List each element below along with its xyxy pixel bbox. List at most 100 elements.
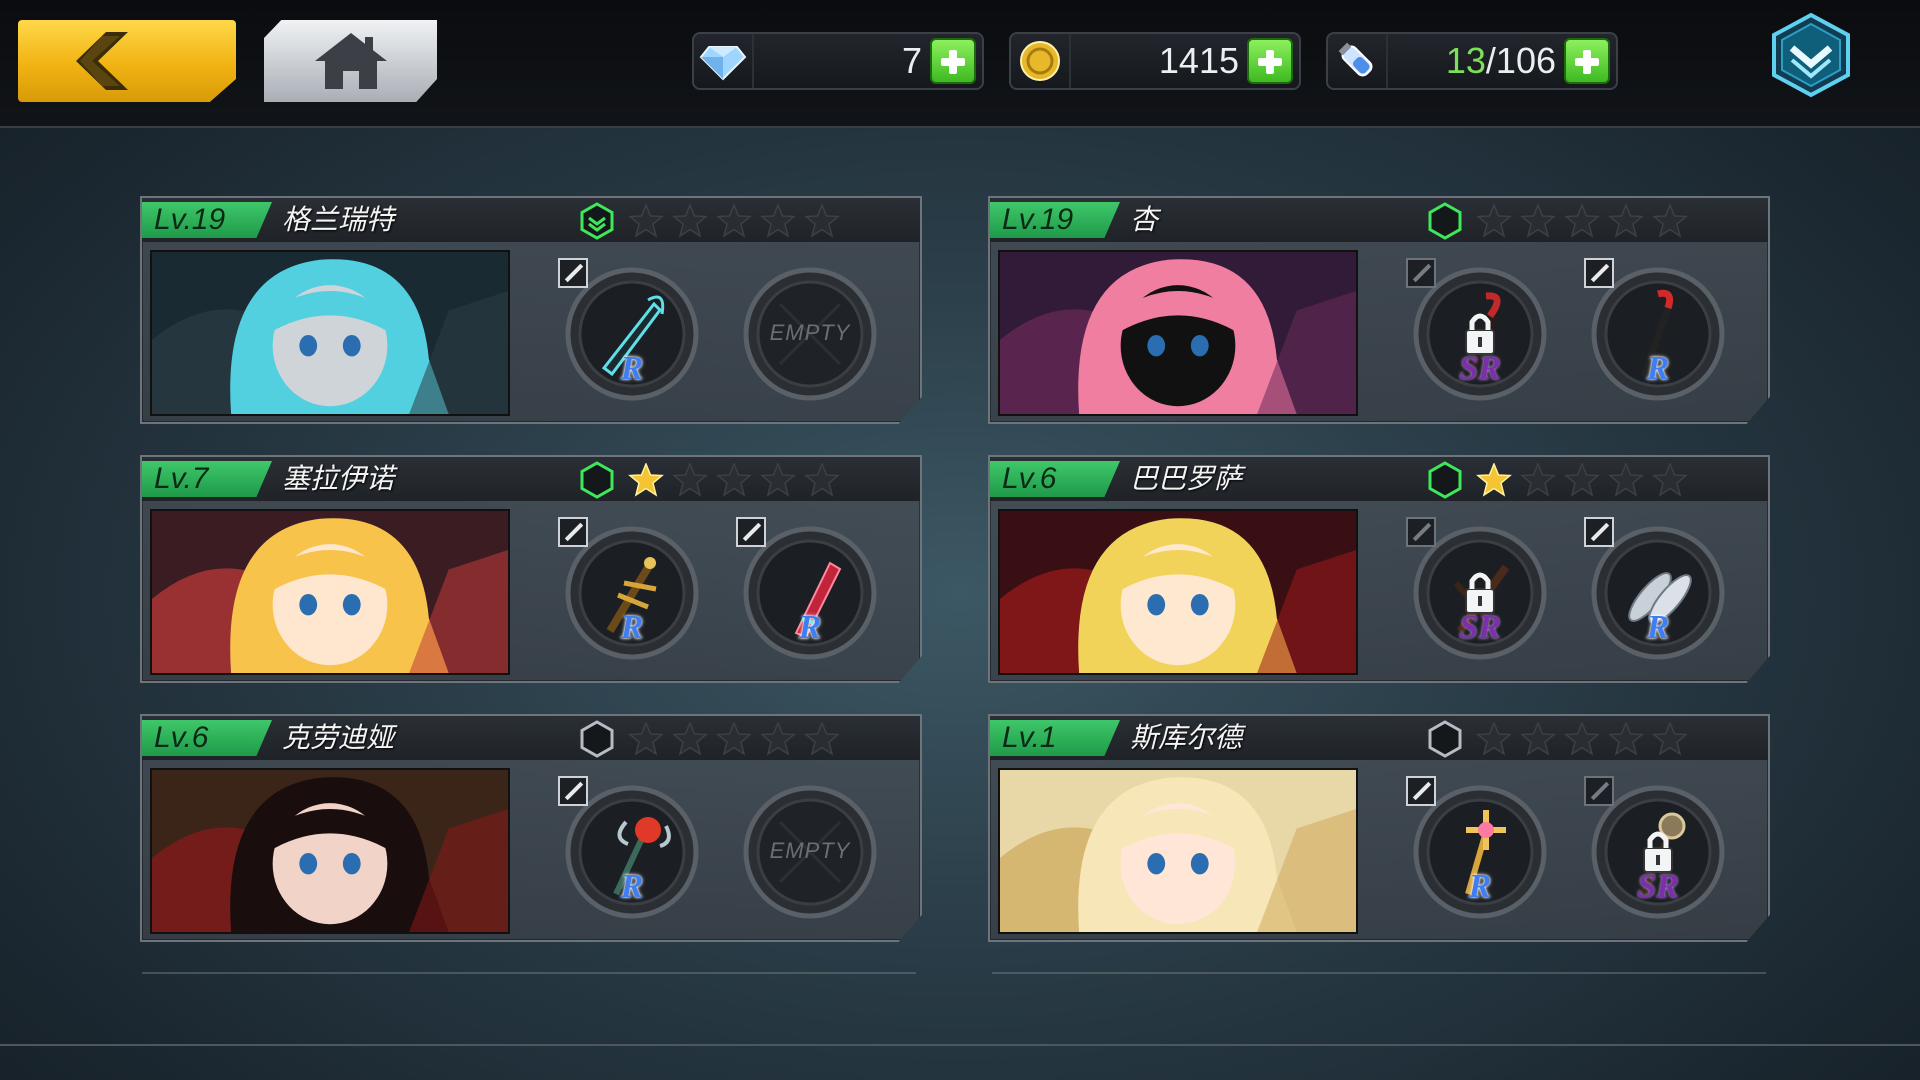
edit-equipment-icon[interactable] xyxy=(1584,517,1614,547)
add-gold-button[interactable] xyxy=(1247,38,1293,84)
green-chevron-hex-icon xyxy=(580,202,614,240)
character-portrait[interactable] xyxy=(998,509,1358,675)
character-card[interactable]: Lv.6 巴巴罗萨 SR R xyxy=(988,455,1770,683)
star-rating xyxy=(1476,463,1688,497)
edit-equipment-icon[interactable] xyxy=(558,517,588,547)
back-button[interactable] xyxy=(18,20,236,102)
edit-equipment-icon[interactable] xyxy=(1584,776,1614,806)
character-portrait[interactable] xyxy=(998,250,1358,416)
edit-equipment-icon[interactable] xyxy=(736,517,766,547)
equipment-slot[interactable]: R xyxy=(736,517,880,663)
star-empty-icon xyxy=(672,463,708,497)
character-card[interactable]: Lv.7 塞拉伊诺 R R xyxy=(140,455,922,683)
edit-equipment-icon[interactable] xyxy=(1406,517,1436,547)
character-name: 斯库尔德 xyxy=(1130,721,1243,754)
character-name: 杏 xyxy=(1130,203,1159,236)
equipment-slot[interactable]: SR xyxy=(1584,776,1728,922)
equipment-slot[interactable]: R xyxy=(1584,258,1728,404)
potion-vial-icon xyxy=(1338,42,1373,77)
character-card[interactable]: Lv.19 杏 SR R xyxy=(988,196,1770,424)
star-empty-icon xyxy=(1520,463,1556,497)
character-portrait[interactable] xyxy=(150,768,510,934)
green-hex-icon xyxy=(1428,461,1462,499)
character-card[interactable]: Lv.6 克劳迪娅 R EMPTY xyxy=(140,714,922,942)
gem-counter: 7 xyxy=(692,32,984,90)
gray-hex-icon xyxy=(1428,720,1462,758)
star-empty-icon xyxy=(1564,204,1600,238)
star-empty-icon xyxy=(804,463,840,497)
character-portrait-art xyxy=(152,770,508,932)
star-empty-icon xyxy=(1520,722,1556,756)
character-portrait[interactable] xyxy=(150,509,510,675)
star-empty-icon xyxy=(760,204,796,238)
star-empty-icon xyxy=(628,722,664,756)
home-button[interactable] xyxy=(264,20,437,102)
diamond-icon xyxy=(699,46,747,81)
rarity-badge: R xyxy=(1646,350,1670,387)
equipment-slot-empty[interactable]: EMPTY xyxy=(740,782,880,922)
card-header: Lv.6 克劳迪娅 xyxy=(142,716,920,760)
star-rating xyxy=(628,463,840,497)
character-portrait[interactable] xyxy=(150,250,510,416)
back-arrow-icon xyxy=(76,32,128,90)
star-filled-icon xyxy=(628,463,664,497)
add-gems-button[interactable] xyxy=(930,38,976,84)
star-empty-icon xyxy=(716,204,752,238)
star-empty-icon xyxy=(1608,463,1644,497)
equipment-slot[interactable]: R xyxy=(558,517,702,663)
character-name: 巴巴罗萨 xyxy=(1130,462,1243,495)
equipment-slot[interactable]: R xyxy=(1406,776,1550,922)
equipment-slot[interactable]: R xyxy=(1584,517,1728,663)
bottom-border xyxy=(0,1044,1920,1046)
add-stamina-button[interactable] xyxy=(1564,38,1610,84)
equipment-slot[interactable]: R xyxy=(558,258,702,404)
star-filled-icon xyxy=(1476,463,1512,497)
character-portrait-art xyxy=(152,252,508,414)
edit-equipment-icon[interactable] xyxy=(558,258,588,288)
character-card[interactable]: Lv.1 斯库尔德 R SR xyxy=(988,714,1770,942)
rarity-badge: R xyxy=(620,609,644,646)
level-badge: Lv.19 xyxy=(990,202,1120,238)
character-portrait[interactable] xyxy=(998,768,1358,934)
green-hex-icon xyxy=(580,461,614,499)
star-empty-icon xyxy=(1652,722,1688,756)
star-empty-icon xyxy=(672,204,708,238)
star-rating xyxy=(628,204,840,238)
stamina-count: 13/106 xyxy=(1445,40,1556,81)
empty-slot-label: EMPTY xyxy=(769,838,851,863)
edit-equipment-icon[interactable] xyxy=(1406,776,1436,806)
rarity-badge: SR xyxy=(1637,868,1679,905)
stamina-counter: 13/106 xyxy=(1326,32,1618,90)
gold-count: 1415 xyxy=(1158,40,1239,81)
star-empty-icon xyxy=(1476,204,1512,238)
star-empty-icon xyxy=(672,722,708,756)
level-badge: Lv.1 xyxy=(990,720,1120,756)
gold-counter: 1415 xyxy=(1009,32,1301,90)
level-badge: Lv.7 xyxy=(142,461,272,497)
home-icon xyxy=(314,33,387,89)
edit-equipment-icon[interactable] xyxy=(1406,258,1436,288)
equipment-slot-empty[interactable]: EMPTY xyxy=(740,264,880,404)
star-empty-icon xyxy=(628,204,664,238)
star-empty-icon xyxy=(716,463,752,497)
equipment-slot[interactable]: SR xyxy=(1406,517,1550,663)
character-portrait-art xyxy=(1000,511,1356,673)
equipment-slot[interactable]: R xyxy=(558,776,702,922)
rarity-badge: SR xyxy=(1459,609,1501,646)
character-card[interactable]: Lv.19 格兰瑞特 R EMPTY xyxy=(140,196,922,424)
level-badge: Lv.19 xyxy=(142,202,272,238)
card-header: Lv.6 巴巴罗萨 xyxy=(990,457,1768,501)
star-empty-icon xyxy=(804,722,840,756)
edit-equipment-icon[interactable] xyxy=(558,776,588,806)
rarity-badge: R xyxy=(1646,609,1670,646)
character-name: 塞拉伊诺 xyxy=(282,462,395,495)
edit-equipment-icon[interactable] xyxy=(1584,258,1614,288)
dropdown-menu-button[interactable] xyxy=(1768,12,1854,98)
star-empty-icon xyxy=(1520,204,1556,238)
star-empty-icon xyxy=(760,722,796,756)
star-rating xyxy=(628,722,840,756)
star-empty-icon xyxy=(1608,204,1644,238)
equipment-slot[interactable]: SR xyxy=(1406,258,1550,404)
rarity-badge: R xyxy=(620,868,644,905)
star-empty-icon xyxy=(1564,463,1600,497)
